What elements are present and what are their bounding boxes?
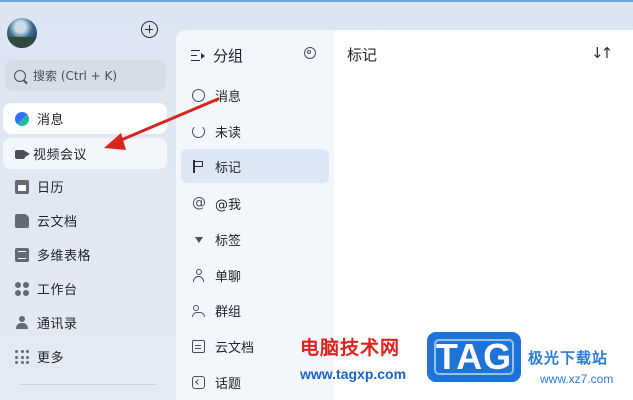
group-item-label: 标签 (215, 233, 242, 249)
flag-icon (192, 159, 205, 173)
sidebar-item-workspace[interactable]: 工作台 (3, 273, 167, 304)
at-icon: @ (192, 194, 206, 211)
avatar[interactable] (7, 18, 37, 48)
group-item-groups[interactable]: 群组 (181, 293, 329, 327)
watermark-logo: TAG (427, 332, 521, 382)
watermark-logo-text: TAG (435, 336, 513, 377)
person-icon (192, 268, 205, 282)
group-item-label: 未读 (215, 125, 242, 141)
group-item-label: 话题 (215, 376, 242, 392)
sidebar-item-label: 通讯录 (37, 317, 78, 332)
workspace-icon (15, 281, 29, 296)
group-item-label: @我 (215, 197, 242, 213)
sidebar-item-label: 工作台 (37, 283, 78, 298)
sidebar-item-video-meeting[interactable]: 视频会议 (3, 138, 167, 169)
search-input[interactable]: 搜索 (Ctrl + K) (5, 60, 166, 91)
calendar-icon (15, 179, 29, 194)
contacts-icon (15, 315, 29, 330)
table-icon (15, 247, 29, 262)
panel-title: 标记 (347, 46, 378, 64)
video-camera-icon (15, 150, 30, 159)
group-header: 分组 (191, 45, 243, 66)
unread-icon (192, 124, 205, 138)
message-icon (192, 88, 205, 102)
sidebar-item-more[interactable]: 更多 (3, 341, 167, 372)
search-placeholder: 搜索 (Ctrl + K) (33, 69, 118, 83)
sidebar-item-cloud-docs[interactable]: 云文档 (3, 205, 167, 236)
chat-bubble-icon (15, 111, 29, 126)
sort-icon[interactable]: ↓↑ (591, 44, 613, 62)
search-icon (14, 69, 26, 82)
topic-icon (192, 375, 205, 389)
more-dots-icon (15, 349, 29, 364)
document-icon (15, 213, 29, 228)
sidebar-item-bitable[interactable]: 多维表格 (3, 239, 167, 270)
sidebar-item-label: 消息 (37, 113, 65, 128)
group-item-direct-chats[interactable]: 单聊 (181, 258, 329, 292)
watermark-right-url: www.xz7.com (540, 372, 614, 386)
caret-down-icon[interactable] (192, 233, 205, 246)
sidebar-divider (20, 384, 156, 385)
group-item-label: 单聊 (215, 269, 242, 285)
group-item-label: 云文档 (215, 340, 255, 356)
group-item-messages[interactable]: 消息 (181, 78, 329, 112)
left-sidebar: 搜索 (Ctrl + K) 消息 视频会议 日历 云文档 多维表格 工作台 通讯… (0, 2, 176, 400)
watermark-site-name: 电脑技术网 (300, 337, 401, 359)
group-item-unread[interactable]: 未读 (181, 114, 329, 148)
group-item-label: 群组 (215, 304, 242, 320)
sidebar-item-label: 日历 (37, 181, 65, 196)
sidebar-item-calendar[interactable]: 日历 (3, 171, 167, 202)
docs-icon (192, 339, 205, 353)
sidebar-item-contacts[interactable]: 通讯录 (3, 307, 167, 338)
sidebar-item-label: 视频会议 (33, 148, 88, 163)
sidebar-item-label: 更多 (37, 351, 65, 366)
collapse-list-icon[interactable] (191, 49, 205, 62)
group-title: 分组 (213, 47, 244, 65)
group-item-labels[interactable]: 标签 (181, 222, 329, 256)
group-item-label: 标记 (215, 160, 242, 176)
watermark-right-name: 极光下载站 (528, 349, 609, 367)
settings-gear-icon[interactable] (304, 47, 316, 59)
sidebar-item-label: 多维表格 (37, 249, 92, 264)
group-item-label: 消息 (215, 89, 242, 105)
group-item-mentions[interactable]: @ @我 (181, 186, 329, 220)
add-plus-icon[interactable] (141, 21, 158, 38)
group-item-flagged[interactable]: 标记 (181, 149, 329, 183)
group-icon (192, 304, 205, 317)
sidebar-item-label: 云文档 (37, 215, 78, 230)
watermark-site-url: www.tagxp.com (300, 366, 407, 382)
sidebar-item-messages[interactable]: 消息 (3, 103, 167, 134)
